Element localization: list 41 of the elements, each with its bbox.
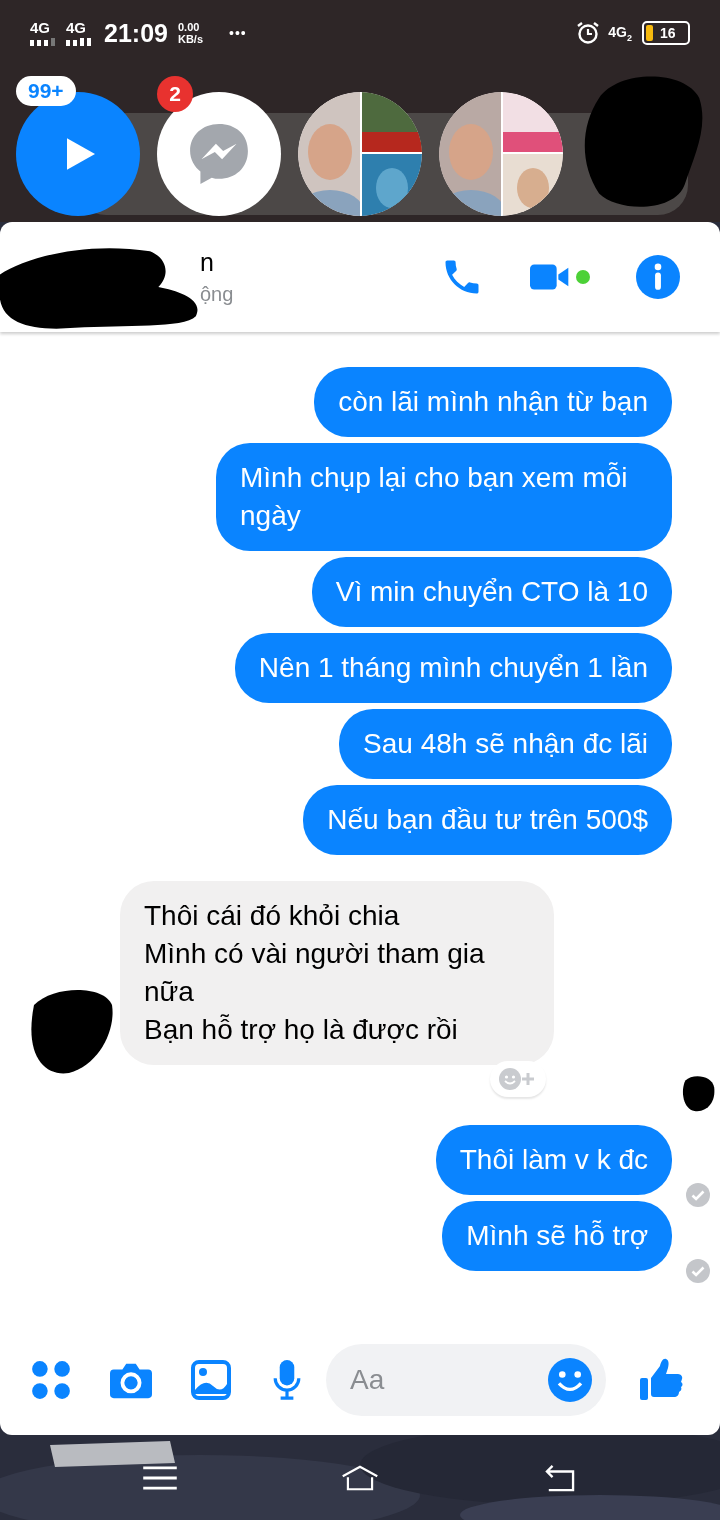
alarm-icon <box>576 21 601 45</box>
signal-icon <box>66 38 92 46</box>
signal-icon <box>30 38 56 46</box>
count-badge: 2 <box>157 76 193 112</box>
sent-message: Mình sẽ hỗ trợ <box>442 1201 672 1271</box>
sent-message: Thôi làm v k đc <box>435 1125 672 1195</box>
message-field[interactable]: Aa <box>326 1344 606 1416</box>
count-badge: 99+ <box>16 76 76 106</box>
sent-message: Mình chụp lại cho bạn xem mỗi ngày <box>216 443 672 551</box>
signal-indicator: 4G <box>66 20 86 36</box>
smiley-icon[interactable] <box>548 1358 592 1402</box>
gallery-button[interactable] <box>190 1360 232 1400</box>
received-message: Thôi cái đó khỏi chia Mình có vài người tham gia nữa Bạn hỗ trợ họ là được rồi <box>120 881 554 1065</box>
contact-name: n <box>200 248 215 277</box>
speed-value: 0.00 <box>177 21 201 33</box>
more-button[interactable] <box>30 1360 72 1400</box>
image-icon <box>190 1360 232 1400</box>
contact-status: ộng <box>200 283 234 306</box>
delivered-icon <box>686 1259 710 1283</box>
sent-message: Nếu bạn đầu tư trên 500$ <box>303 785 672 855</box>
play-icon <box>67 138 95 170</box>
sent-message: Vì min chuyển CTO là 10 <box>311 557 672 627</box>
signal-indicator: 4G <box>30 20 50 36</box>
video-call-button[interactable] <box>530 262 590 292</box>
sent-message: còn lãi mình nhận từ bạn <box>314 367 672 437</box>
home-icon <box>341 1463 379 1492</box>
thumbs-up-icon <box>640 1358 684 1402</box>
speed-unit: KB/s <box>177 33 203 45</box>
sent-message: Nên 1 tháng mình chuyển 1 lần <box>234 633 672 703</box>
video-camera-icon <box>530 262 570 292</box>
clock: 21:09 <box>104 18 168 48</box>
more-indicator: ••• <box>229 25 247 41</box>
redaction-mark <box>680 1073 716 1113</box>
battery-icon: 16 <box>642 21 690 45</box>
info-button[interactable] <box>636 255 680 299</box>
network-indicator: 4G$_{2}$ <box>608 23 632 43</box>
delivered-icon <box>686 1183 710 1207</box>
four-dots-icon <box>30 1360 72 1400</box>
sent-message: Sau 48h sẽ nhận đc lãi <box>339 709 672 779</box>
messenger-icon <box>188 122 250 186</box>
info-icon <box>636 255 680 299</box>
